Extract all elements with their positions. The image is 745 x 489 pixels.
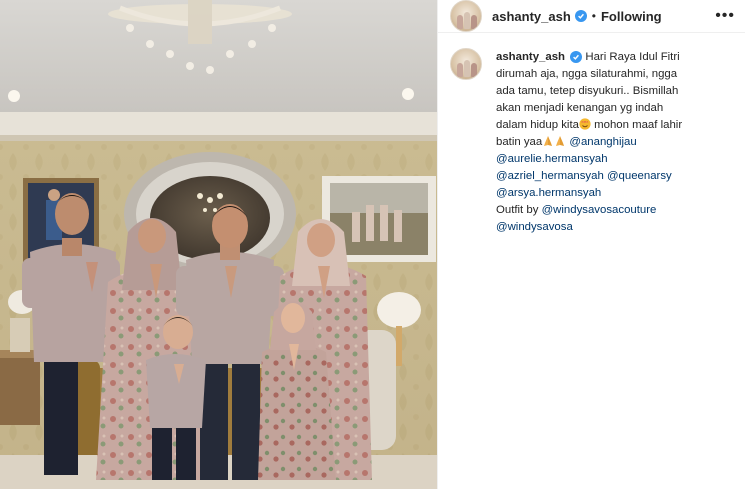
caption-verified-badge-icon (570, 51, 583, 63)
caption-avatar[interactable] (450, 48, 482, 80)
family-photo-illustration (0, 0, 437, 489)
caption-text-line: dirumah aja, ngga silaturahmi, ngga (496, 68, 678, 80)
caption-text: batin yaa (496, 136, 543, 148)
mention-link[interactable]: @azriel_hermansyah (496, 170, 604, 182)
caption-text-line: Hari Raya Idul Fitri (585, 51, 680, 63)
caption-text: dalam hidup kita (496, 119, 579, 131)
caption-text-line: ada tamu, tetep disyukuri.. Bismillah (496, 85, 679, 97)
caption-text-line-with-mention: batin yaa @ananghijau (496, 134, 728, 151)
mention-link[interactable]: @queenarsy (607, 170, 672, 182)
mention-link[interactable]: @windysavosa (496, 221, 573, 233)
post-photo[interactable] (0, 0, 437, 489)
folded-hands-emoji-icon (556, 136, 565, 146)
header-username[interactable]: ashanty_ash (492, 9, 571, 24)
avatar[interactable] (450, 0, 482, 32)
post-caption: ashanty_ash Hari Raya Idul Fitri dirumah… (496, 49, 728, 236)
heart-eyes-emoji-icon (579, 118, 591, 130)
post-side-panel: ashanty_ash • Following ••• ashanty_ash … (437, 0, 745, 489)
caption-username[interactable]: ashanty_ash (496, 51, 565, 63)
caption-text-line-with-emoji: dalam hidup kita mohon maaf lahir (496, 117, 728, 134)
verified-badge-icon (574, 10, 587, 22)
more-options-icon[interactable]: ••• (715, 7, 735, 25)
post-header: ashanty_ash • Following ••• (438, 0, 745, 33)
caption-text-line: akan menjadi kenangan yg indah (496, 102, 664, 114)
mention-link[interactable]: @arsya.hermansyah (496, 187, 601, 199)
mention-link[interactable]: @aurelie.hermansyah (496, 153, 608, 165)
caption-row: ashanty_ash Hari Raya Idul Fitri dirumah… (438, 33, 745, 236)
caption-text: mohon maaf lahir (590, 119, 683, 131)
mention-link[interactable]: @windysavosacouture (542, 204, 657, 216)
mention-link[interactable]: @ananghijau (569, 136, 636, 148)
following-button[interactable]: Following (601, 9, 662, 24)
folded-hands-emoji-icon (544, 136, 553, 146)
separator-dot: • (591, 9, 596, 23)
outfit-label: Outfit by (496, 204, 542, 216)
